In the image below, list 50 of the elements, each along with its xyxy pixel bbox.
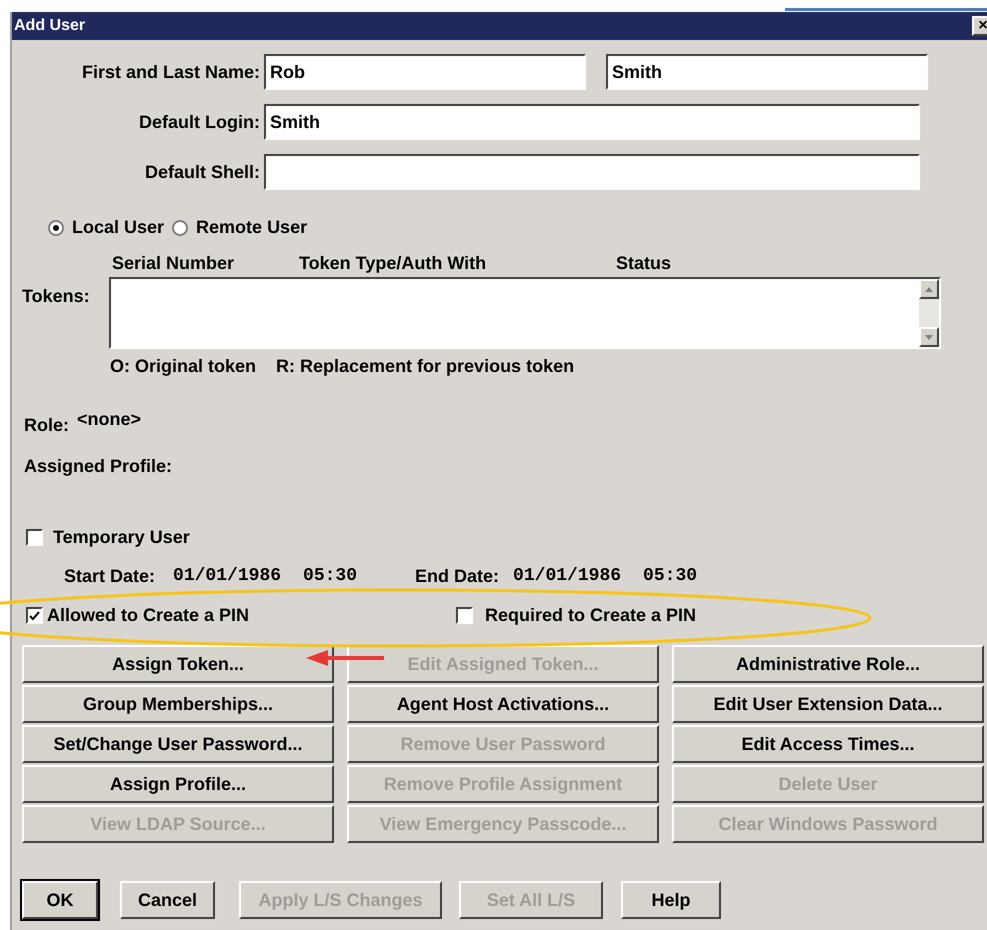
- field-label: End Date:: [415, 565, 500, 588]
- field-label: Start Date:: [64, 565, 156, 588]
- checkbox-label[interactable]: Temporary User: [53, 524, 190, 551]
- action-button[interactable]: Agent Host Activations...: [347, 685, 659, 723]
- checkmark-icon: [29, 610, 40, 620]
- close-button[interactable]: ×: [972, 16, 987, 36]
- start-date: 01/01/1986: [173, 565, 282, 588]
- action-button[interactable]: Assign Profile...: [22, 765, 334, 803]
- checkbox[interactable]: [26, 529, 43, 546]
- scroll-down-icon[interactable]: [919, 327, 939, 347]
- radio-button[interactable]: [48, 220, 64, 236]
- end-date: 01/01/1986: [513, 565, 622, 588]
- column-header: Token Type/Auth With: [299, 252, 488, 275]
- action-button[interactable]: Set/Change User Password...: [22, 725, 334, 763]
- action-button[interactable]: Edit User Extension Data...: [672, 685, 984, 723]
- last-name-field[interactable]: Smith: [606, 54, 928, 90]
- end-time: 05:30: [643, 565, 698, 588]
- tokens-list[interactable]: [109, 277, 941, 349]
- legend-text: O: Original token: [110, 355, 256, 378]
- action-button[interactable]: Administrative Role...: [672, 645, 984, 683]
- login-field[interactable]: Smith: [264, 104, 920, 140]
- scrollbar[interactable]: [919, 279, 939, 347]
- action-button[interactable]: Edit Access Times...: [672, 725, 984, 763]
- checkbox[interactable]: [26, 607, 43, 624]
- action-button[interactable]: Assign Token...: [22, 645, 334, 683]
- shell-field[interactable]: [264, 154, 920, 190]
- legend-text: R: Replacement for previous token: [276, 355, 574, 378]
- window-title: Add User: [14, 16, 86, 36]
- field-label: Role:: [24, 414, 69, 437]
- role-value: <none>: [77, 408, 142, 431]
- footer-button[interactable]: Cancel: [120, 881, 215, 919]
- footer-button[interactable]: OK: [22, 881, 98, 919]
- footer-button[interactable]: Help: [621, 881, 721, 919]
- field-label: Assigned Profile:: [23, 455, 172, 478]
- checkbox-label[interactable]: Allowed to Create a PIN: [47, 602, 250, 629]
- checkbox[interactable]: [456, 607, 473, 624]
- action-button[interactable]: Group Memberships...: [22, 685, 334, 723]
- column-header: Status: [616, 252, 672, 275]
- field-label: Default Shell:: [144, 160, 260, 184]
- field-label: Tokens:: [22, 285, 91, 308]
- field-label: Default Login:: [138, 110, 260, 134]
- radio-label[interactable]: Local User: [72, 214, 164, 241]
- column-header: Serial Number: [112, 252, 236, 275]
- radio-button[interactable]: [172, 220, 188, 236]
- field-label: First and Last Name:: [80, 60, 260, 84]
- start-time: 05:30: [303, 565, 358, 588]
- checkbox-label[interactable]: Required to Create a PIN: [485, 602, 696, 629]
- first-name-field[interactable]: Rob: [264, 54, 586, 90]
- radio-label[interactable]: Remote User: [196, 214, 308, 241]
- scroll-up-icon[interactable]: [919, 279, 939, 299]
